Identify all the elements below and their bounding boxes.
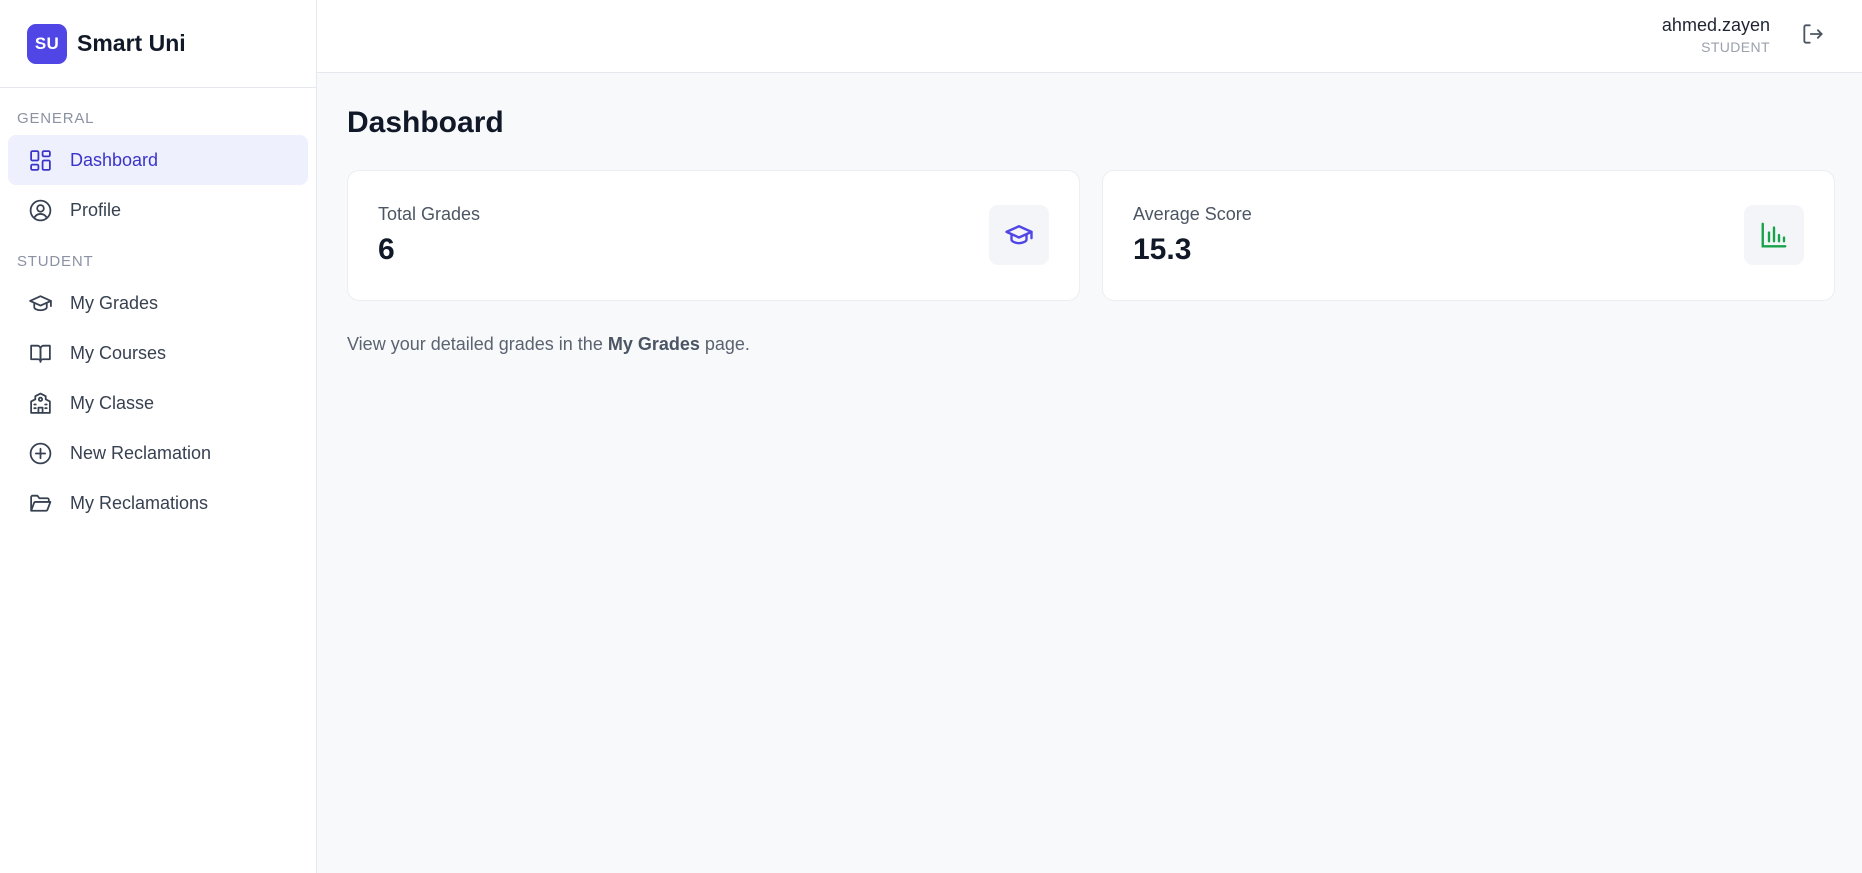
- sidebar-item-profile[interactable]: Profile: [8, 185, 308, 235]
- stat-card-total-grades: Total Grades 6: [347, 170, 1080, 301]
- main-content: Dashboard Total Grades 6 Average Score 1…: [347, 73, 1835, 355]
- sidebar-item-new-reclamation[interactable]: New Reclamation: [8, 428, 308, 478]
- user-circle-icon: [27, 197, 53, 223]
- my-grades-link[interactable]: My Grades: [608, 334, 700, 354]
- nav-list-general: Dashboard Profile: [0, 135, 316, 235]
- sidebar-item-label: My Courses: [70, 342, 167, 363]
- section-label-student: STUDENT: [17, 253, 94, 270]
- section-label-general: GENERAL: [17, 110, 95, 127]
- stat-card-average-score: Average Score 15.3: [1102, 170, 1835, 301]
- stat-card-value: 6: [378, 233, 395, 266]
- sidebar: SU Smart Uni GENERAL Dashboard Profile S…: [0, 0, 317, 873]
- sidebar-item-label: Profile: [70, 199, 122, 220]
- sidebar-item-label: My Grades: [70, 292, 159, 313]
- info-prefix: View your detailed grades in the: [347, 334, 608, 354]
- user-info: ahmed.zayen STUDENT: [1662, 15, 1770, 55]
- school-icon: [27, 390, 53, 416]
- stat-card-label: Total Grades: [378, 204, 481, 224]
- dashboard-icon: [27, 147, 53, 173]
- logout-button[interactable]: [1800, 21, 1826, 47]
- brand[interactable]: SU Smart Uni: [0, 0, 316, 88]
- logout-icon: [1800, 24, 1826, 51]
- folder-open-icon: [27, 490, 53, 516]
- info-text: View your detailed grades in the My Grad…: [347, 334, 1835, 355]
- sidebar-item-my-classe[interactable]: My Classe: [8, 378, 308, 428]
- nav-list-student: My Grades My Courses My Classe New Recla…: [0, 278, 316, 528]
- sidebar-item-my-reclamations[interactable]: My Reclamations: [8, 478, 308, 528]
- page-title: Dashboard: [347, 106, 504, 139]
- brand-name: Smart Uni: [77, 30, 186, 56]
- brand-logo: SU: [27, 23, 67, 64]
- book-open-icon: [27, 340, 53, 366]
- graduation-cap-icon: [989, 205, 1049, 265]
- sidebar-item-label: My Reclamations: [70, 492, 209, 513]
- graduation-cap-icon: [27, 290, 53, 316]
- bar-chart-icon: [1744, 205, 1804, 265]
- stat-cards: Total Grades 6 Average Score 15.3: [347, 170, 1835, 301]
- stat-card-label: Average Score: [1133, 204, 1252, 224]
- sidebar-item-my-courses[interactable]: My Courses: [8, 328, 308, 378]
- sidebar-item-label: New Reclamation: [70, 442, 212, 463]
- sidebar-item-dashboard[interactable]: Dashboard: [8, 135, 308, 185]
- sidebar-item-my-grades[interactable]: My Grades: [8, 278, 308, 328]
- sidebar-item-label: Dashboard: [70, 149, 159, 170]
- plus-circle-icon: [27, 440, 53, 466]
- user-name: ahmed.zayen: [1661, 15, 1770, 35]
- topbar: ahmed.zayen STUDENT: [317, 0, 1862, 73]
- stat-card-value: 15.3: [1133, 233, 1192, 266]
- info-suffix: page.: [699, 334, 750, 354]
- sidebar-item-label: My Classe: [70, 392, 155, 413]
- user-role: STUDENT: [1701, 39, 1770, 55]
